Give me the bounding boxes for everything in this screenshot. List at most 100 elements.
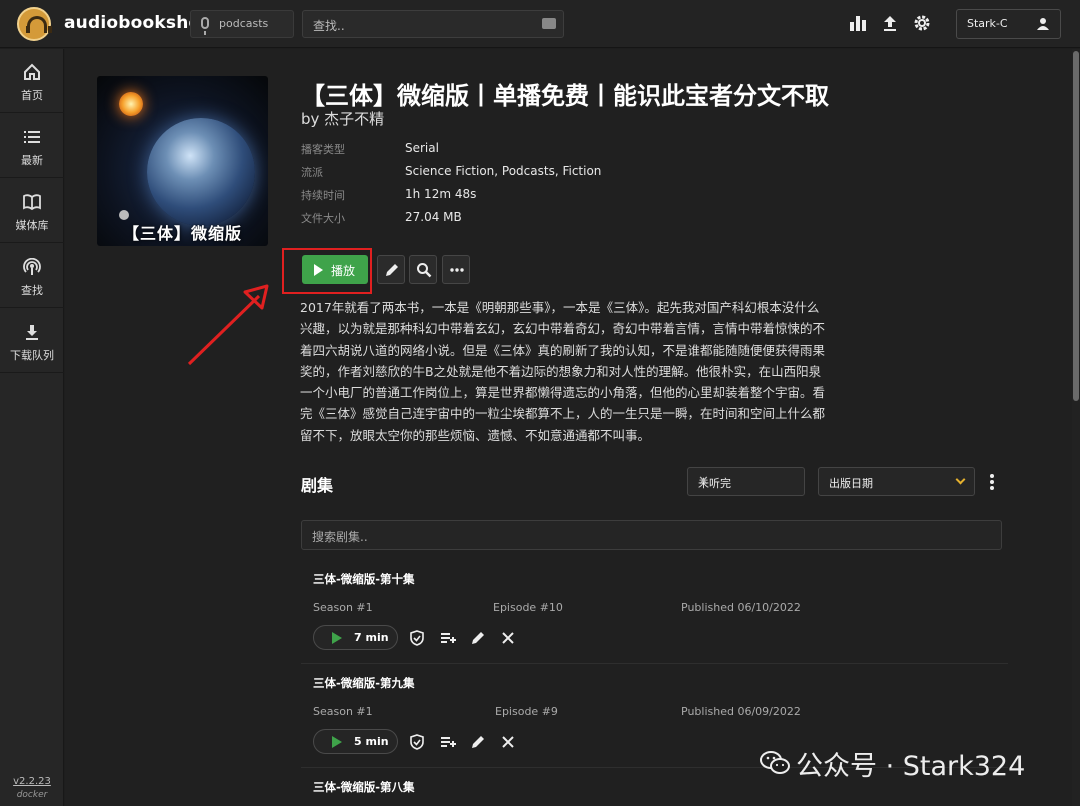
clear-filter-icon[interactable]: ✕ [698,474,796,489]
more-button[interactable] [442,255,470,284]
library-select-label: podcasts [219,17,269,30]
search-icon [417,263,432,278]
global-search-input[interactable]: 查找.. [302,10,564,38]
episode-title[interactable]: 三体-微缩版-第八集 [313,779,415,795]
play-button[interactable]: 播放 [302,255,368,284]
meta-value: Serial [405,141,439,155]
podcast-description: 2017年就看了两本书，一本是《明朝那些事》，一本是《三体》。起先我对国产科幻根… [300,297,860,446]
play-icon [332,736,342,748]
episode-duration: 7 min [354,631,389,644]
episode-search-placeholder: 搜索剧集.. [312,530,368,544]
pencil-icon [386,264,398,276]
wechat-icon [760,751,790,774]
meta-key: 文件大小 [301,212,345,225]
play-icon [332,632,342,644]
sidebar-item-label: 最新 [21,154,43,167]
podcast-title: 【三体】微缩版丨单播免费丨能识此宝者分文不取 [301,82,829,110]
edit-button[interactable] [377,255,405,284]
sidebar-item-label: 媒体库 [15,219,49,232]
search-episodes-button[interactable] [409,255,437,284]
description-line: 一个小电厂的普通工作岗位上，算是世界都懒得遗忘的小角落，但他的心里却装着整个宇宙… [300,385,826,401]
play-icon [314,264,323,276]
description-line: 留不下，放眼太空你的那些烦恼、遗憾、不如意通通都不叫事。 [300,427,651,443]
episodes-heading: 剧集 [301,476,334,495]
meta-key: 播客类型 [301,143,345,156]
library-select[interactable]: podcasts [190,10,294,38]
meta-key: 流派 [301,166,323,179]
top-bar: audiobookshelf podcasts 查找.. Stark-C [0,0,1080,48]
description-line: 2017年就看了两本书，一本是《明朝那些事》，一本是《三体》。起先我对国产科幻根… [300,300,820,315]
meta-value: 1h 12m 48s [405,187,477,201]
episode-play-button[interactable]: 5 min [313,729,398,754]
episode-season: Season #1 [313,705,373,718]
platform-label: docker [16,790,48,800]
episode-sort-select[interactable]: 出版日期 [818,467,975,496]
episode-title[interactable]: 三体-微缩版-第九集 [313,675,415,691]
episode-season: Season #1 [313,601,373,614]
more-horizontal-icon [450,268,464,272]
version-link[interactable]: v2.2.23 [0,776,64,787]
add-to-playlist-icon[interactable] [440,630,456,646]
add-to-playlist-icon[interactable] [440,734,456,750]
episode-title[interactable]: 三体-微缩版-第十集 [313,571,415,587]
book-icon [23,194,41,211]
description-line: 兴趣，以为就是那种科幻中带着玄幻，玄幻中带着奇幻，奇幻中带着言情，言情中带着惊悚… [300,321,826,337]
keyboard-icon [542,18,556,29]
description-line: 奖的，作者刘慈欣的牛B之处就是他不着边际的想象力和对人性的理解。他很朴实，在山西… [300,363,822,379]
sidebar-item-label: 查找 [21,284,43,297]
episode-published: Published 06/09/2022 [681,705,801,718]
sidebar-item-search[interactable]: 查找 [0,244,64,308]
sidebar-item-download-queue[interactable]: 下载队列 [0,309,64,373]
gear-icon[interactable] [913,14,931,32]
download-icon [26,325,38,340]
sidebar: 首页 最新 媒体库 查找 下载队列 v2.2.23 docker [0,49,64,806]
sidebar-item-latest[interactable]: 最新 [0,114,64,178]
cover-earth [147,118,255,226]
cover-moon [119,210,129,220]
episode-filter-select[interactable]: 未听完 ✕ [687,467,805,496]
episode-play-button[interactable]: 7 min [313,625,398,650]
remove-episode-icon[interactable] [500,734,516,750]
edit-episode-icon[interactable] [470,734,486,750]
cover-sun [119,92,143,116]
sidebar-item-home[interactable]: 首页 [0,49,64,113]
meta-value[interactable]: Science Fiction, Podcasts, Fiction [405,164,601,178]
red-arrow-annotation [187,284,269,366]
podcast-author[interactable]: by 杰子不精 [301,108,384,129]
episode-sort-value: 出版日期 [829,477,873,490]
edit-episode-icon[interactable] [470,630,486,646]
sidebar-item-label: 首页 [21,89,43,102]
podcast-search-icon [23,258,41,275]
meta-key: 持续时间 [301,189,345,202]
mark-finished-icon[interactable] [409,734,425,750]
podcast-cover: 【三体】微缩版 [97,76,268,246]
chevron-down-icon [955,474,966,485]
episode-search-input[interactable]: 搜索剧集.. [301,520,1002,550]
scrollbar[interactable] [1072,49,1080,806]
person-icon [1037,18,1049,30]
global-search-placeholder: 查找.. [313,19,345,33]
remove-episode-icon[interactable] [500,630,516,646]
episodes-more-icon[interactable] [990,474,996,490]
scrollbar-thumb[interactable] [1073,51,1079,401]
list-icon [24,131,40,143]
meta-value: 27.04 MB [405,210,462,224]
app-logo-icon[interactable] [17,7,52,41]
episode-divider [301,663,1008,664]
episode-number: Episode #10 [493,601,563,614]
sidebar-item-label: 下载队列 [10,349,54,362]
user-menu-button[interactable]: Stark-C [956,9,1061,39]
username: Stark-C [967,17,1008,30]
home-icon [24,63,40,80]
episode-published: Published 06/10/2022 [681,601,801,614]
episode-number: Episode #9 [495,705,558,718]
upload-icon[interactable] [881,14,899,32]
stats-icon[interactable] [849,14,867,32]
description-line: 完《三体》感觉自己连宇宙中的一粒尘埃都算不上，人的一生只是一瞬，在时间和空间上什… [300,406,826,422]
microphone-icon [201,17,209,35]
cover-caption: 【三体】微缩版 [122,224,242,243]
sidebar-item-library[interactable]: 媒体库 [0,179,64,243]
episode-duration: 5 min [354,735,389,748]
mark-finished-icon[interactable] [409,630,425,646]
description-line: 着四六胡说八道的网络小说。但是《三体》真的刷新了我的认知，不是谁都能随随便便获得… [300,342,826,358]
